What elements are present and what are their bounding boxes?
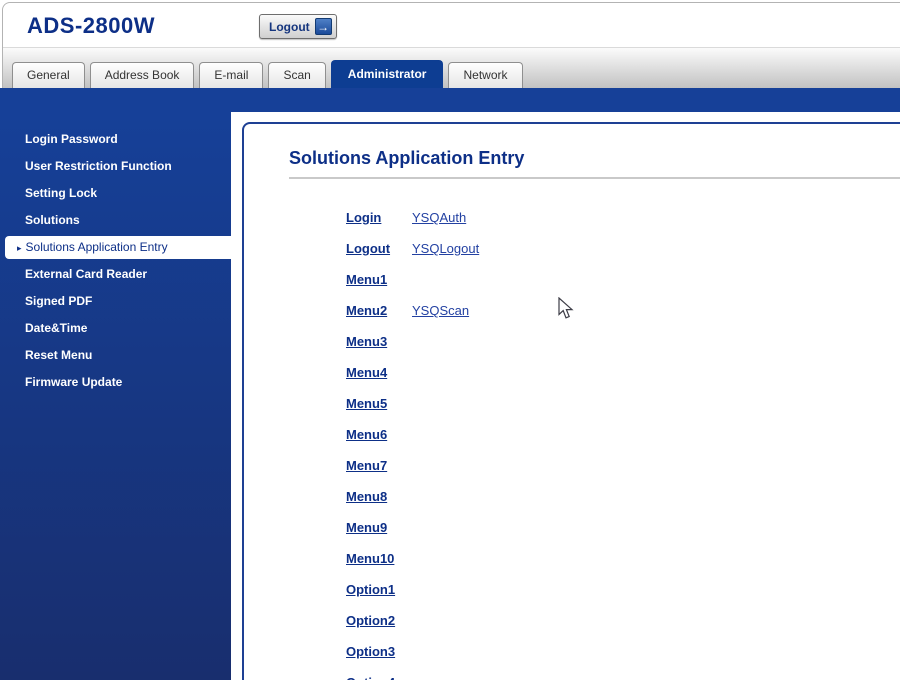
sidebar-item-label: Solutions Application Entry — [26, 240, 168, 254]
entry-row: Menu10 — [346, 552, 900, 566]
entry-row: Option2 — [346, 614, 900, 628]
tab-strip: General Address Book E-mail Scan Administrat… — [3, 48, 900, 88]
sidebar-item-signed-pdf[interactable]: Signed PDF — [0, 288, 231, 315]
entry-row: Menu2 YSQScan — [346, 304, 900, 318]
app-header: ADS-2800W Logout → — [3, 3, 900, 48]
content-area: Solutions Application Entry Login YSQAut… — [231, 112, 900, 680]
tab-label: Scan — [283, 68, 310, 82]
entry-link-option1[interactable]: Option1 — [346, 583, 412, 597]
entry-row: Menu5 — [346, 397, 900, 411]
sidebar-item-label: Firmware Update — [25, 375, 122, 389]
entry-row: Menu9 — [346, 521, 900, 535]
title-divider — [289, 177, 900, 179]
sidebar-item-label: Solutions — [25, 213, 80, 227]
sidebar-item-login-password[interactable]: Login Password — [0, 126, 231, 153]
sidebar-nav: Login Password User Restriction Function S… — [0, 112, 231, 680]
tab-e-mail[interactable]: E-mail — [199, 62, 263, 88]
sidebar-item-user-restriction-function[interactable]: User Restriction Function — [0, 153, 231, 180]
accent-band — [0, 88, 900, 112]
entry-link-menu3[interactable]: Menu3 — [346, 335, 412, 349]
sidebar-item-label: Setting Lock — [25, 186, 97, 200]
entry-link-logout[interactable]: Logout — [346, 242, 412, 256]
entry-link-menu1[interactable]: Menu1 — [346, 273, 412, 287]
tab-bar: General Address Book E-mail Scan Administrat… — [12, 60, 523, 88]
entry-row: Menu6 — [346, 428, 900, 442]
body-row: Login Password User Restriction Function S… — [0, 112, 900, 680]
sidebar-item-label: Login Password — [25, 132, 118, 146]
entry-row: Menu3 — [346, 335, 900, 349]
entry-row: Menu4 — [346, 366, 900, 380]
tab-address-book[interactable]: Address Book — [90, 62, 195, 88]
tab-administrator[interactable]: Administrator — [331, 60, 444, 88]
entry-list: Login YSQAuth Logout YSQLogout Menu1 Men… — [346, 211, 900, 680]
sidebar-item-solutions[interactable]: Solutions — [0, 207, 231, 234]
tab-label: Administrator — [348, 67, 427, 81]
entry-value-ysqlogout[interactable]: YSQLogout — [412, 242, 479, 256]
triangle-right-icon: ▸ — [17, 243, 22, 253]
tab-label: Network — [463, 68, 507, 82]
sidebar-item-label: Signed PDF — [25, 294, 92, 308]
logout-arrow-icon: → — [315, 18, 332, 35]
entry-row: Menu1 — [346, 273, 900, 287]
tab-label: E-mail — [214, 68, 248, 82]
top-chrome: ADS-2800W Logout → General Address Book E-… — [2, 2, 900, 88]
entry-row: Logout YSQLogout — [346, 242, 900, 256]
entry-link-menu7[interactable]: Menu7 — [346, 459, 412, 473]
entry-row: Option3 — [346, 645, 900, 659]
tab-label: Address Book — [105, 68, 180, 82]
entry-row: Login YSQAuth — [346, 211, 900, 225]
sidebar-item-label: User Restriction Function — [25, 159, 172, 173]
entry-link-menu2[interactable]: Menu2 — [346, 304, 412, 318]
entry-row: Option1 — [346, 583, 900, 597]
entry-link-menu5[interactable]: Menu5 — [346, 397, 412, 411]
sidebar-item-solutions-application-entry[interactable]: ▸ Solutions Application Entry — [5, 236, 231, 259]
entry-link-login[interactable]: Login — [346, 211, 412, 225]
sidebar-item-date-time[interactable]: Date&Time — [0, 315, 231, 342]
entry-row: Option4 — [346, 676, 900, 680]
tab-general[interactable]: General — [12, 62, 85, 88]
sidebar-item-label: Date&Time — [25, 321, 87, 335]
tab-network[interactable]: Network — [448, 62, 522, 88]
entry-link-option3[interactable]: Option3 — [346, 645, 412, 659]
sidebar-item-label: Reset Menu — [25, 348, 92, 362]
sidebar-item-external-card-reader[interactable]: External Card Reader — [0, 261, 231, 288]
app-title: ADS-2800W — [27, 13, 155, 39]
page: ADS-2800W Logout → General Address Book E-… — [0, 0, 900, 680]
sidebar-item-label: External Card Reader — [25, 267, 147, 281]
entry-link-menu6[interactable]: Menu6 — [346, 428, 412, 442]
entry-value-ysqauth[interactable]: YSQAuth — [412, 211, 466, 225]
sidebar-item-firmware-update[interactable]: Firmware Update — [0, 369, 231, 396]
entry-row: Menu8 — [346, 490, 900, 504]
logout-button-label: Logout — [269, 20, 310, 34]
logout-button[interactable]: Logout → — [259, 14, 337, 39]
entry-link-option2[interactable]: Option2 — [346, 614, 412, 628]
tab-label: General — [27, 68, 70, 82]
content-panel: Solutions Application Entry Login YSQAut… — [242, 122, 900, 680]
entry-value-ysqscan[interactable]: YSQScan — [412, 304, 469, 318]
tab-scan[interactable]: Scan — [268, 62, 325, 88]
sidebar-item-setting-lock[interactable]: Setting Lock — [0, 180, 231, 207]
entry-link-menu10[interactable]: Menu10 — [346, 552, 412, 566]
entry-link-menu4[interactable]: Menu4 — [346, 366, 412, 380]
page-title: Solutions Application Entry — [289, 148, 900, 169]
entry-row: Menu7 — [346, 459, 900, 473]
sidebar-item-reset-menu[interactable]: Reset Menu — [0, 342, 231, 369]
entry-link-menu8[interactable]: Menu8 — [346, 490, 412, 504]
entry-link-option4[interactable]: Option4 — [346, 676, 412, 680]
entry-link-menu9[interactable]: Menu9 — [346, 521, 412, 535]
